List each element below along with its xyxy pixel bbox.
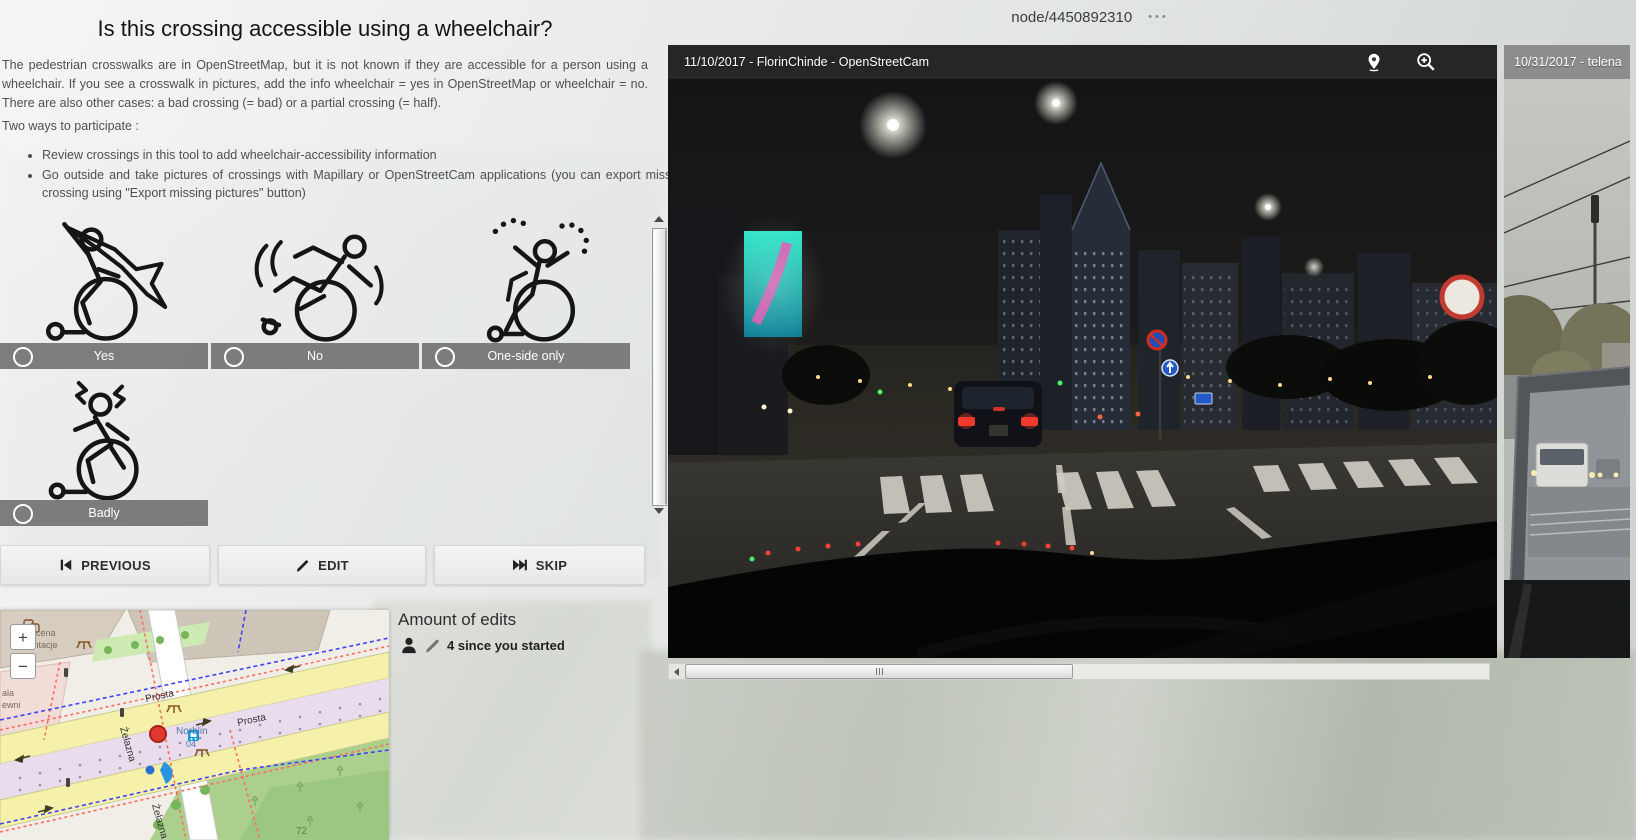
ellipsis-icon[interactable]: ••• <box>1148 6 1169 28</box>
location-pin-icon[interactable] <box>1363 51 1385 73</box>
wheelchair-falling-icon <box>211 215 419 343</box>
header: node/4450892310 ••• <box>960 6 1220 28</box>
mini-map[interactable]: Prosta Prosta Żelazna Żelazna Norblin 04… <box>0 610 389 840</box>
street-photo-next[interactable]: 10/31/2017 - telena <box>1504 45 1630 658</box>
skip-button-label: SKIP <box>536 558 568 573</box>
scrollbar-grip <box>879 668 880 675</box>
wheelchair-juggling-icon <box>422 215 630 343</box>
edit-button-label: EDIT <box>318 558 349 573</box>
street-photo-main[interactable]: 11/10/2017 - FlorinChinde - OpenStreetCa… <box>668 45 1497 658</box>
photo-strip-scrollbar[interactable] <box>668 663 1490 680</box>
photo-caption-bar: 10/31/2017 - telena <box>1504 45 1630 79</box>
scroll-up-arrow-icon[interactable] <box>654 216 664 222</box>
stats-value: 4 since you started <box>447 638 565 653</box>
node-id-label: node/4450892310 <box>1011 9 1132 26</box>
skip-forward-icon <box>512 558 528 572</box>
scrollbar-thumb[interactable] <box>654 230 666 504</box>
wheelchair-headache-icon <box>0 372 208 500</box>
stats-title: Amount of edits <box>398 610 516 630</box>
zoom-in-icon[interactable] <box>1415 51 1437 73</box>
option-yes-label: Yes <box>0 343 208 369</box>
photo-position-dot <box>146 766 155 775</box>
photo-caption: 10/31/2017 - telena <box>1514 55 1622 69</box>
previous-button[interactable]: PREVIOUS <box>0 545 210 585</box>
previous-button-label: PREVIOUS <box>81 558 151 573</box>
option-no-bar[interactable]: No <box>211 343 419 369</box>
option-yes-bar[interactable]: Yes <box>0 343 208 369</box>
option-one-side-bar[interactable]: One-side only <box>422 343 630 369</box>
page-title: Is this crossing accessible using a whee… <box>0 16 650 42</box>
map-label-norblin: Norblin <box>176 726 208 737</box>
night-street-scene <box>668 45 1497 658</box>
participate-item: Go outside and take pictures of crossing… <box>42 166 688 202</box>
car-ahead <box>954 381 1042 447</box>
participate-list: Review crossings in this tool to add whe… <box>2 136 688 204</box>
option-no-label: No <box>211 343 419 369</box>
map-canvas: Prosta Prosta Żelazna Żelazna Norblin 04… <box>0 610 389 840</box>
map-zoom-out-button[interactable]: − <box>10 653 36 679</box>
wheelchair-superhero-icon <box>0 215 208 343</box>
stats-row: 4 since you started <box>400 636 565 654</box>
option-one-side[interactable]: One-side only <box>422 215 630 369</box>
user-icon <box>400 636 418 654</box>
map-label-ewni: ewni <box>2 700 21 710</box>
option-badly[interactable]: Badly <box>0 372 208 526</box>
map-label-72: 72 <box>296 826 308 837</box>
participate-item: Review crossings in this tool to add whe… <box>42 146 688 164</box>
option-yes[interactable]: Yes <box>0 215 208 369</box>
scroll-left-arrow-icon[interactable] <box>669 664 684 679</box>
participate-intro: Two ways to participate : <box>2 119 139 133</box>
day-street-scene <box>1504 45 1630 658</box>
scrollbar-track[interactable] <box>652 228 667 506</box>
app-window: node/4450892310 ••• Is this crossing acc… <box>0 0 1636 840</box>
skip-button[interactable]: SKIP <box>434 545 645 585</box>
option-badly-label: Badly <box>0 500 208 526</box>
scroll-down-arrow-icon[interactable] <box>654 508 664 514</box>
option-no[interactable]: No <box>211 215 419 369</box>
scrollbar-thumb[interactable] <box>685 664 1073 679</box>
pencil-icon <box>295 558 310 573</box>
skip-back-icon <box>59 558 73 572</box>
map-label-04: 04 <box>186 739 196 749</box>
edit-button[interactable]: EDIT <box>218 545 426 585</box>
photo-caption: 11/10/2017 - FlorinChinde - OpenStreetCa… <box>684 55 929 69</box>
question-description: The pedestrian crosswalks are in OpenStr… <box>2 56 648 112</box>
map-label-ala: ala <box>2 688 14 698</box>
pencil-icon <box>424 637 441 654</box>
option-badly-bar[interactable]: Badly <box>0 500 208 526</box>
map-zoom-in-button[interactable]: + <box>10 624 36 650</box>
options-vertical-scrollbar[interactable] <box>651 210 668 517</box>
crossing-marker <box>150 726 166 742</box>
option-one-side-label: One-side only <box>422 343 630 369</box>
